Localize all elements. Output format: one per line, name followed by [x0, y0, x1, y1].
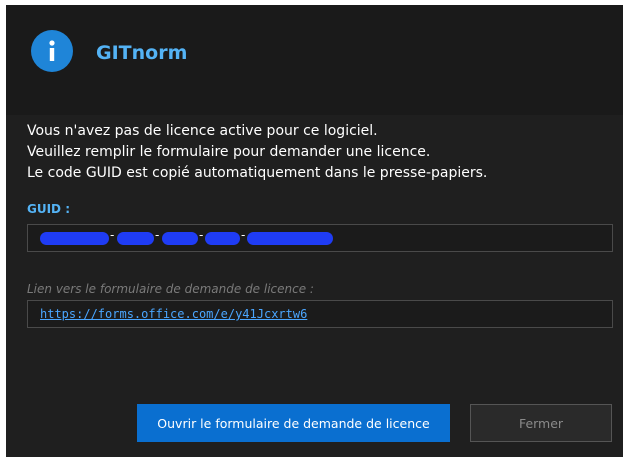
guid-label: GUID :: [27, 202, 70, 216]
redacted-segment: [205, 232, 240, 245]
dialog-title: GITnorm: [96, 42, 188, 64]
guid-separator: -: [241, 228, 246, 242]
guid-field[interactable]: - - - -: [27, 224, 613, 252]
link-label: Lien vers le formulaire de demande de li…: [27, 282, 314, 296]
guid-separator: -: [199, 228, 204, 242]
redacted-segment: [117, 232, 154, 245]
form-link[interactable]: https://forms.office.com/e/y41Jcxrtw6: [40, 307, 307, 321]
guid-separator: -: [155, 228, 160, 242]
license-dialog: GITnorm Vous n'avez pas de licence activ…: [6, 5, 623, 457]
message-line-2: Veuillez remplir le formulaire pour dema…: [27, 144, 431, 160]
dialog-header: GITnorm: [6, 5, 623, 115]
open-form-button[interactable]: Ouvrir le formulaire de demande de licen…: [137, 404, 450, 442]
info-icon: [31, 30, 73, 72]
message-line-3: Le code GUID est copié automatiquement d…: [27, 165, 488, 181]
message-line-1: Vous n'avez pas de licence active pour c…: [27, 123, 378, 139]
redacted-segment: [247, 232, 333, 245]
guid-separator: -: [110, 228, 115, 242]
link-field: https://forms.office.com/e/y41Jcxrtw6: [27, 300, 613, 328]
redacted-segment: [162, 232, 198, 245]
redacted-segment: [40, 232, 109, 245]
close-button[interactable]: Fermer: [470, 404, 612, 442]
